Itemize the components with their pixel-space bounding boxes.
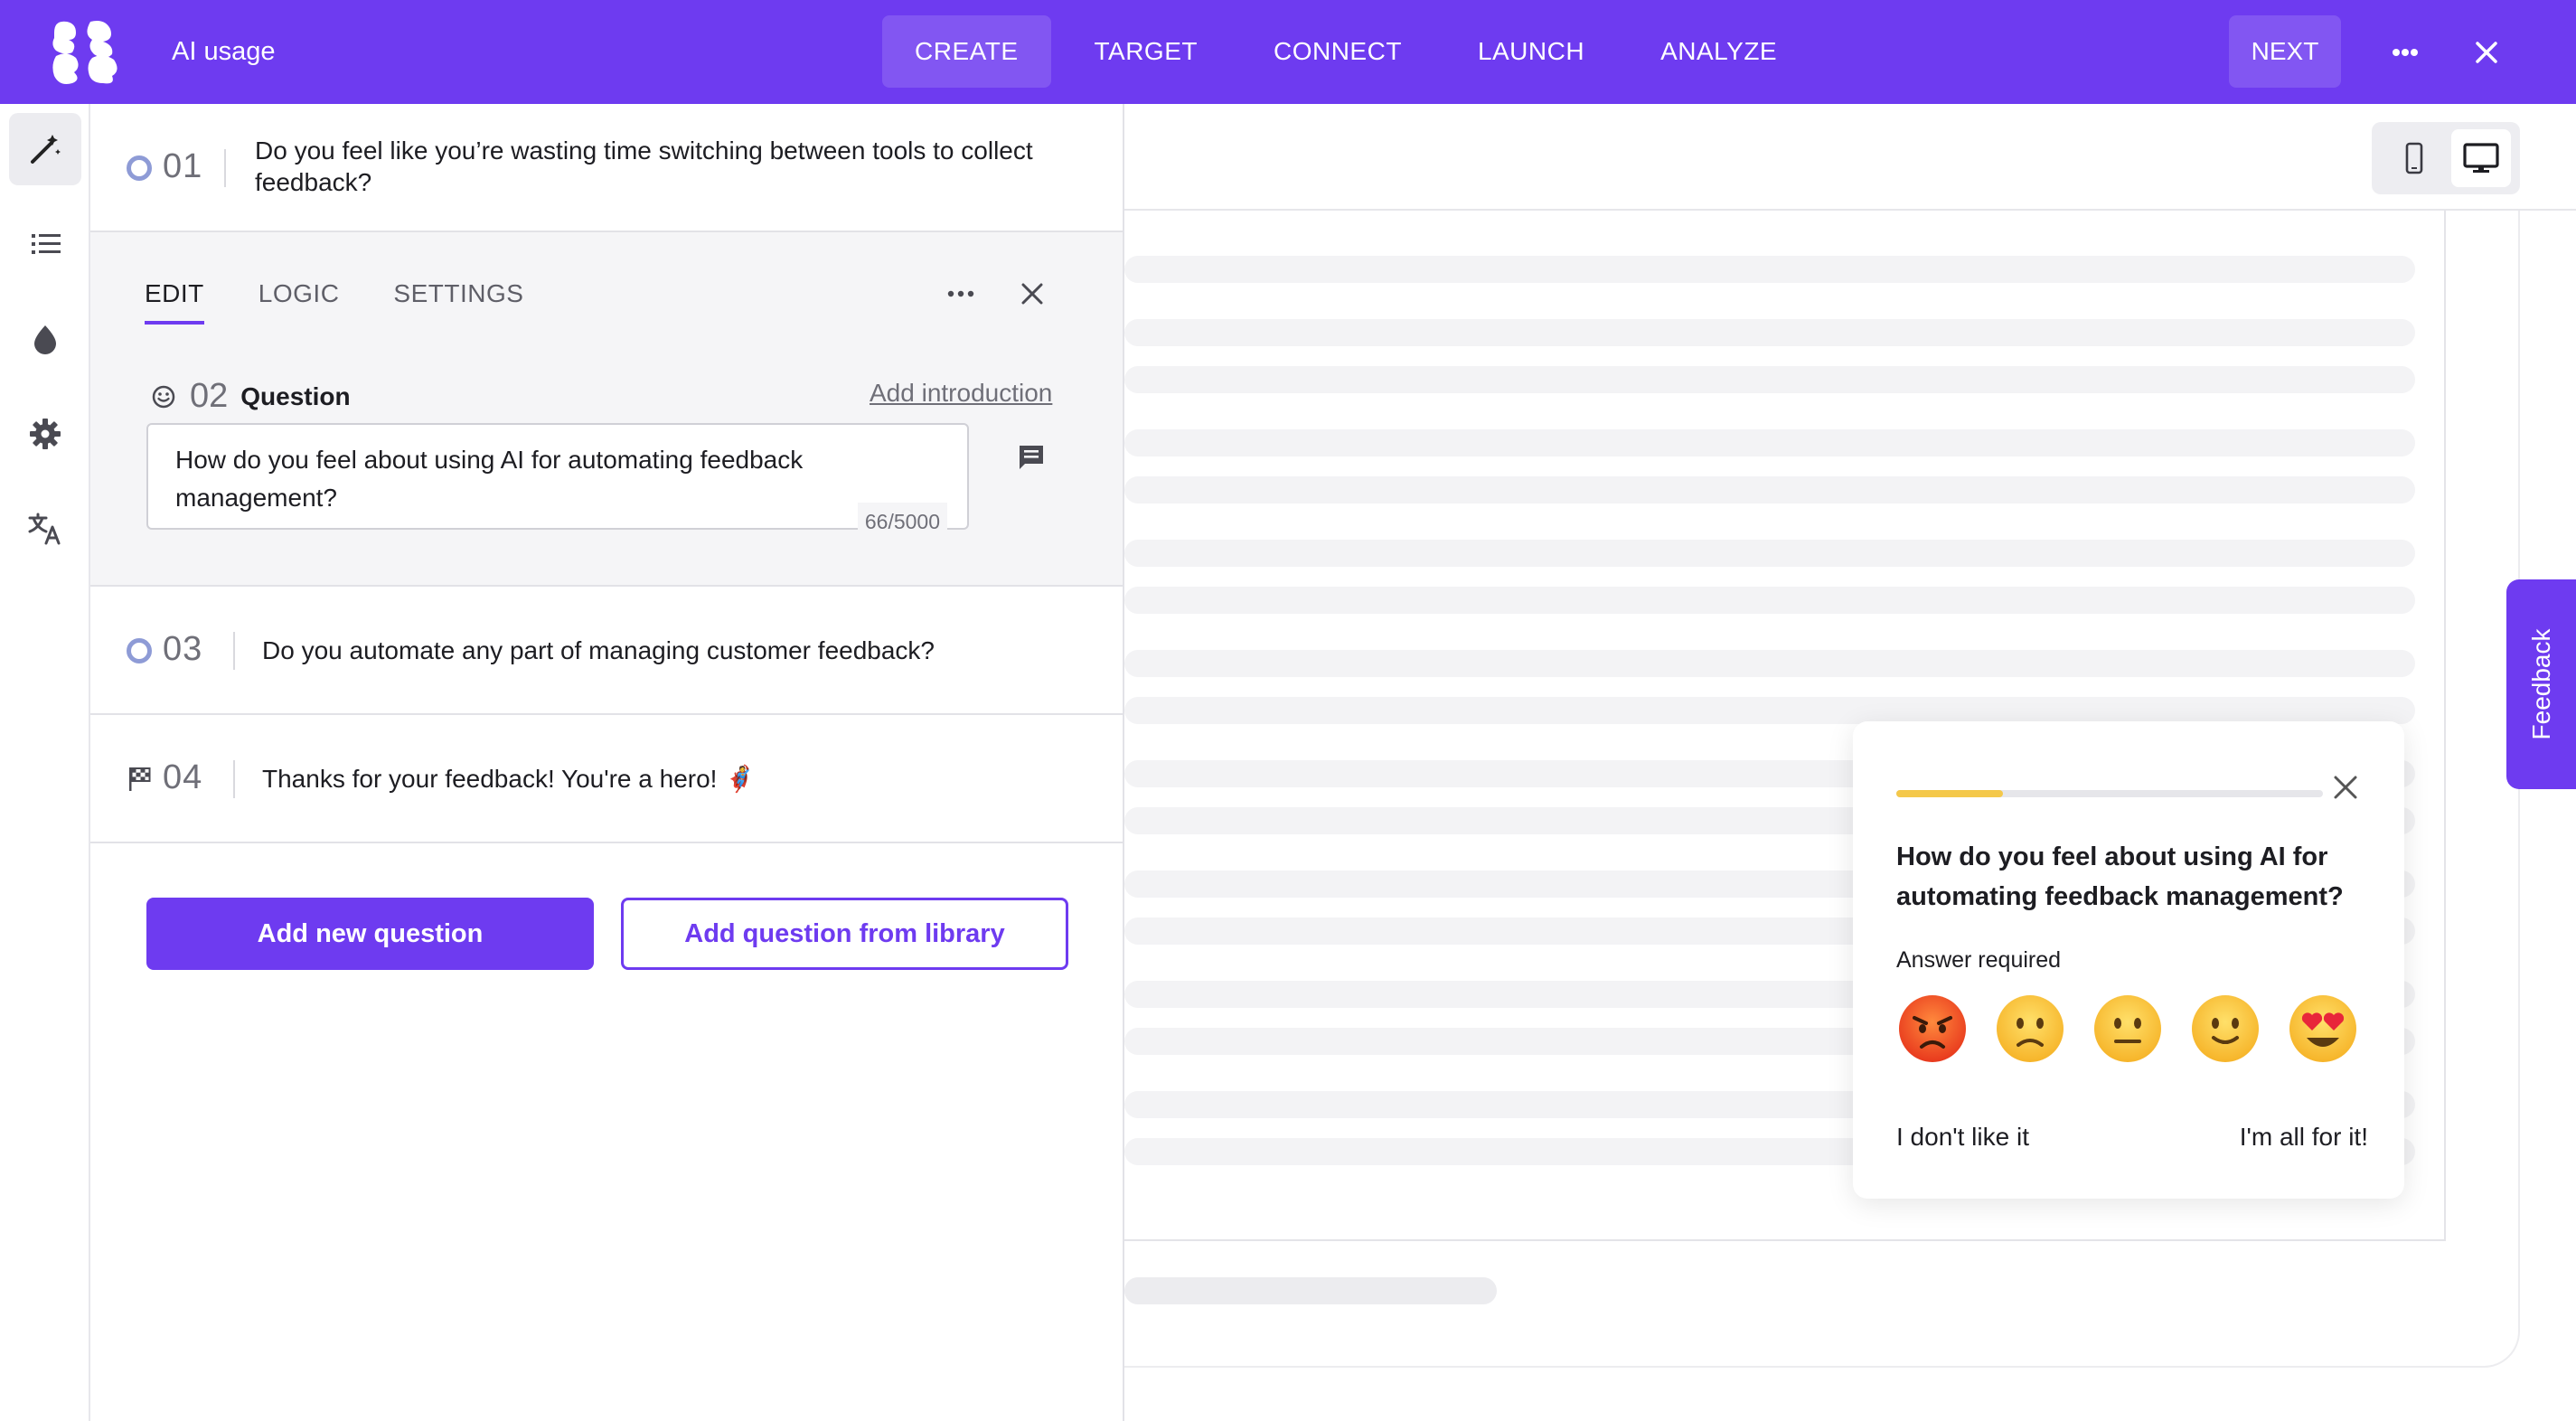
editor-tabs: EDIT LOGIC SETTINGS bbox=[145, 279, 578, 325]
placeholder-line bbox=[1124, 587, 2415, 614]
workflow-steps: CREATE TARGET CONNECT LAUNCH ANALYZE bbox=[882, 15, 1820, 88]
progress-bar bbox=[1896, 790, 2323, 797]
survey-title[interactable]: AI usage bbox=[172, 0, 275, 104]
rail-settings-button[interactable] bbox=[9, 398, 81, 470]
question-row-01[interactable]: 01 Do you feel like you’re wasting time … bbox=[90, 104, 1123, 232]
widget-question: How do you feel about using AI for autom… bbox=[1896, 842, 2344, 911]
survey-widget: How do you feel about using AI for autom… bbox=[1853, 721, 2404, 1199]
top-bar: AI usage CREATE TARGET CONNECT LAUNCH AN… bbox=[0, 0, 2576, 104]
placeholder-line bbox=[1124, 650, 2415, 677]
heart-eyes-emoji-icon[interactable] bbox=[2287, 993, 2359, 1065]
more-options-icon[interactable] bbox=[944, 283, 978, 305]
divider bbox=[224, 149, 226, 187]
placeholder-line bbox=[1124, 366, 2415, 393]
slightly-frowning-emoji-icon[interactable] bbox=[1994, 993, 2066, 1065]
scale-max-label: I'm all for it! bbox=[2239, 1123, 2368, 1151]
desktop-view-button[interactable] bbox=[2451, 129, 2511, 187]
radio-icon bbox=[127, 155, 152, 181]
desktop-icon bbox=[2463, 143, 2499, 173]
question-editor: EDIT LOGIC SETTINGS 02 Question Add intr… bbox=[90, 232, 1123, 587]
question-text: Do you automate any part of managing cus… bbox=[262, 636, 935, 664]
divider bbox=[233, 760, 235, 798]
tab-settings[interactable]: SETTINGS bbox=[393, 279, 523, 325]
step-connect[interactable]: CONNECT bbox=[1241, 15, 1434, 88]
close-icon[interactable] bbox=[2327, 768, 2364, 806]
question-number: 02 bbox=[190, 377, 229, 415]
next-button[interactable]: NEXT bbox=[2229, 15, 2341, 88]
tab-logic[interactable]: LOGIC bbox=[259, 279, 340, 325]
question-type-label: Question bbox=[240, 381, 351, 410]
neutral-emoji-icon[interactable] bbox=[2092, 993, 2164, 1065]
angry-emoji-icon[interactable] bbox=[1896, 993, 1969, 1065]
gear-icon bbox=[30, 419, 61, 449]
question-number: 04 bbox=[163, 758, 203, 796]
question-text: Do you feel like you’re wasting time swi… bbox=[255, 136, 1033, 196]
mobile-icon bbox=[2405, 142, 2423, 174]
translate-icon bbox=[28, 513, 61, 545]
placeholder-line bbox=[1124, 429, 2415, 456]
comment-icon[interactable] bbox=[1016, 442, 1047, 473]
add-new-question-button[interactable]: Add new question bbox=[146, 898, 594, 970]
question-row-03[interactable]: 03 Do you automate any part of managing … bbox=[90, 587, 1123, 715]
questions-panel: 01 Do you feel like you’re wasting time … bbox=[90, 104, 1124, 1421]
scale-min-label: I don't like it bbox=[1896, 1123, 2029, 1151]
character-count: 66/5000 bbox=[857, 503, 947, 541]
placeholder-line bbox=[1124, 319, 2415, 346]
rail-translate-button[interactable] bbox=[9, 493, 81, 565]
side-rail bbox=[0, 104, 90, 1421]
checkered-flag-icon bbox=[129, 767, 151, 791]
step-create[interactable]: CREATE bbox=[882, 15, 1051, 88]
preview-toolbar bbox=[1124, 104, 2576, 211]
step-analyze[interactable]: ANALYZE bbox=[1628, 15, 1810, 88]
progress-fill bbox=[1896, 790, 2003, 797]
step-launch[interactable]: LAUNCH bbox=[1445, 15, 1617, 88]
list-icon bbox=[32, 234, 61, 254]
more-options-icon[interactable] bbox=[2383, 34, 2428, 71]
step-target[interactable]: TARGET bbox=[1062, 15, 1230, 88]
placeholder-line bbox=[1124, 1277, 1497, 1304]
question-number: 01 bbox=[163, 147, 203, 185]
device-toggle bbox=[2372, 122, 2520, 194]
rail-questions-button[interactable] bbox=[9, 208, 81, 280]
divider bbox=[233, 632, 235, 670]
feedback-tab-label: Feedback bbox=[2526, 628, 2555, 740]
question-input-value: How do you feel about using AI for autom… bbox=[175, 446, 804, 512]
add-question-from-library-button[interactable]: Add question from library bbox=[621, 898, 1068, 970]
question-text-input[interactable]: How do you feel about using AI for autom… bbox=[146, 423, 969, 541]
mobile-view-button[interactable] bbox=[2384, 129, 2444, 187]
placeholder-line bbox=[1124, 540, 2415, 567]
add-introduction-link[interactable]: Add introduction bbox=[870, 379, 1052, 408]
answer-required-label: Answer required bbox=[1896, 947, 2062, 973]
question-row-04[interactable]: 04 Thanks for your feedback! You're a he… bbox=[90, 715, 1123, 843]
question-text: Thanks for your feedback! You're a hero!… bbox=[262, 765, 757, 793]
close-icon[interactable] bbox=[1016, 278, 1048, 310]
question-number: 03 bbox=[163, 630, 203, 668]
magic-wand-icon bbox=[31, 135, 61, 164]
radio-icon bbox=[127, 638, 152, 663]
close-icon[interactable] bbox=[2466, 32, 2507, 73]
emoji-scale bbox=[1896, 993, 2384, 1065]
slightly-smiling-emoji-icon[interactable] bbox=[2189, 993, 2261, 1065]
tab-edit[interactable]: EDIT bbox=[145, 279, 204, 325]
drop-icon bbox=[34, 325, 56, 354]
rail-create-button[interactable] bbox=[9, 113, 81, 185]
placeholder-line bbox=[1124, 476, 2415, 503]
smiley-icon bbox=[152, 385, 175, 408]
placeholder-line bbox=[1124, 697, 2415, 724]
feedback-tab[interactable]: Feedback bbox=[2506, 579, 2576, 789]
question-header: 02 Question bbox=[150, 377, 351, 416]
rail-design-button[interactable] bbox=[9, 303, 81, 375]
placeholder-line bbox=[1124, 256, 2415, 283]
logo-icon[interactable] bbox=[51, 20, 119, 85]
